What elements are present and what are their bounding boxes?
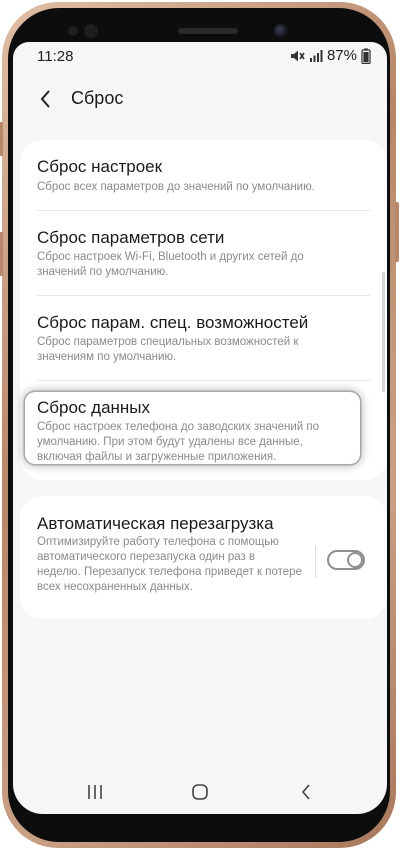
navigation-bar [13,770,387,814]
reset-options-card: Сброс настроек Сброс всех параметров до … [20,140,387,480]
reset-accessibility-item[interactable]: Сброс парам. спец. возможностей Сброс па… [20,296,387,380]
nav-back-button[interactable] [291,778,321,806]
iris-sensor [84,24,98,38]
recent-apps-button[interactable] [80,778,110,806]
status-time: 11:28 [37,48,74,65]
home-icon [192,784,208,800]
auto-restart-description: Оптимизируйте работу телефона с помощью … [37,536,302,593]
toggle-knob [347,552,363,568]
reset-network-item[interactable]: Сброс параметров сети Сброс настроек Wi-… [20,211,387,295]
toggle-divider [315,546,316,578]
back-button[interactable] [35,86,59,112]
mute-icon [289,48,305,64]
power-button [395,202,399,262]
factory-reset-item[interactable]: Сброс данных Сброс настроек телефона до … [20,381,387,480]
proximity-sensor [68,26,78,36]
battery-icon [361,48,371,64]
auto-restart-title: Автоматическая перезагрузка [37,514,274,533]
volume-button [0,122,3,156]
item-title: Сброс данных [37,398,151,417]
recent-apps-icon [88,785,102,799]
status-bar: 11:28 87% [13,42,387,72]
home-button[interactable] [185,778,215,806]
item-description: Сброс настроек Wi-Fi, Bluetooth и других… [37,251,304,278]
signal-icon [309,49,323,63]
item-title: Сброс параметров сети [37,228,225,247]
battery-percent: 87% [326,47,357,64]
item-description: Сброс всех параметров до значений по умо… [37,181,315,193]
auto-restart-toggle[interactable] [327,550,365,570]
item-title: Сброс парам. спец. возможностей [37,313,309,332]
item-title: Сброс настроек [37,157,163,176]
earpiece-speaker [178,28,238,34]
screen: 11:28 87% Сброс Сброс настроек Сброс все… [13,42,387,814]
item-description: Сброс настроек телефона до заводских зна… [37,421,319,463]
page-title: Сброс [71,88,124,108]
back-arrow-icon [40,90,50,108]
scrollbar[interactable] [382,272,385,392]
auto-restart-card[interactable]: Автоматическая перезагрузка Оптимизируйт… [20,496,387,619]
status-icons: 87% [289,47,371,64]
app-header: Сброс [13,82,387,118]
back-icon [301,784,310,800]
front-camera [274,24,288,38]
reset-settings-item[interactable]: Сброс настроек Сброс всех параметров до … [20,140,387,208]
bixby-button [0,232,3,276]
item-description: Сброс параметров специальных возможносте… [37,336,299,363]
